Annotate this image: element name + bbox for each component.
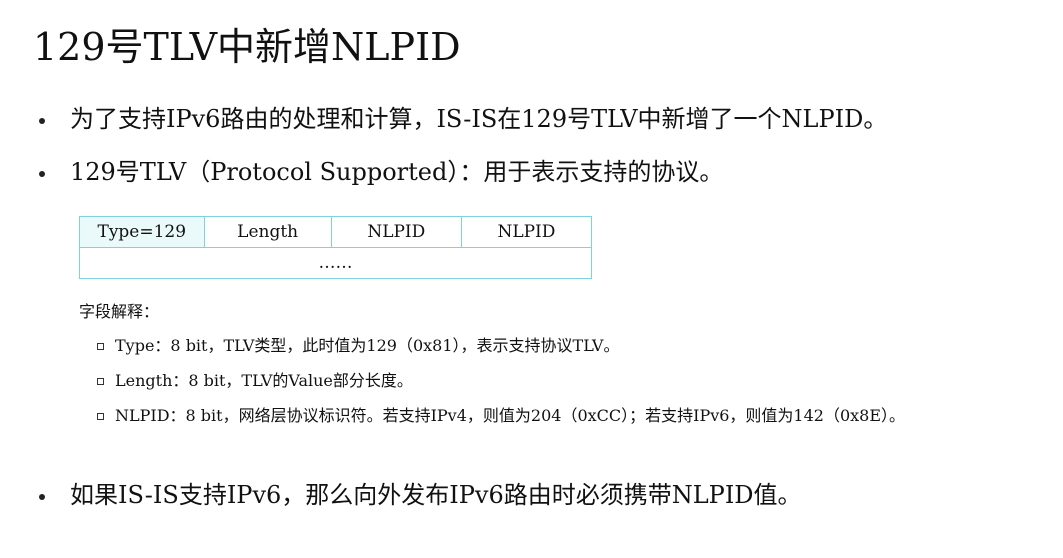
field-item-length: Length：8 bit，TLV的Value部分长度。 [97, 370, 413, 392]
tlv-length-cell: Length [203, 216, 332, 248]
square-bullet-icon [97, 413, 104, 420]
table-row: Type=129 Length NLPID NLPID [79, 216, 593, 248]
field-item-text: NLPID：8 bit，网络层协议标识符。若支持IPv4，则值为204（0xCC… [115, 406, 906, 425]
bullet-dot-icon [39, 118, 45, 124]
page-title: 129号TLV中新增NLPID [33, 25, 461, 69]
bullet-text: 129号TLV（Protocol Supported）：用于表示支持的协议。 [70, 158, 724, 186]
bullet-nlpid-required: 如果IS-IS支持IPv6，那么向外发布IPv6路由时必须携带NLPID值。 [38, 478, 802, 512]
bullet-dot-icon [39, 171, 45, 177]
table-row: …… [79, 247, 592, 279]
bullet-tlv129-desc: 129号TLV（Protocol Supported）：用于表示支持的协议。 [38, 155, 723, 189]
square-bullet-icon [97, 378, 104, 385]
bullet-ipv6-support: 为了支持IPv6路由的处理和计算，IS-IS在129号TLV中新增了一个NLPI… [38, 102, 887, 136]
tlv-nlpid-cell: NLPID [460, 216, 593, 248]
tlv-format-table: Type=129 Length NLPID NLPID …… [79, 216, 593, 279]
field-item-nlpid: NLPID：8 bit，网络层协议标识符。若支持IPv4，则值为204（0xCC… [97, 405, 905, 427]
bullet-text: 如果IS-IS支持IPv6，那么向外发布IPv6路由时必须携带NLPID值。 [70, 481, 802, 509]
field-item-text: Length：8 bit，TLV的Value部分长度。 [115, 371, 413, 390]
square-bullet-icon [97, 343, 104, 350]
field-explanation-title: 字段解释： [79, 302, 160, 321]
bullet-dot-icon [39, 494, 45, 500]
tlv-nlpid-cell: NLPID [330, 216, 462, 248]
bullet-text: 为了支持IPv6路由的处理和计算，IS-IS在129号TLV中新增了一个NLPI… [70, 105, 888, 133]
field-item-type: Type：8 bit，TLV类型，此时值为129（0x81），表示支持协议TLV… [97, 335, 620, 357]
tlv-type-cell: Type=129 [79, 216, 205, 248]
tlv-continuation-cell: …… [79, 247, 592, 279]
field-item-text: Type：8 bit，TLV类型，此时值为129（0x81），表示支持协议TLV… [115, 336, 620, 355]
